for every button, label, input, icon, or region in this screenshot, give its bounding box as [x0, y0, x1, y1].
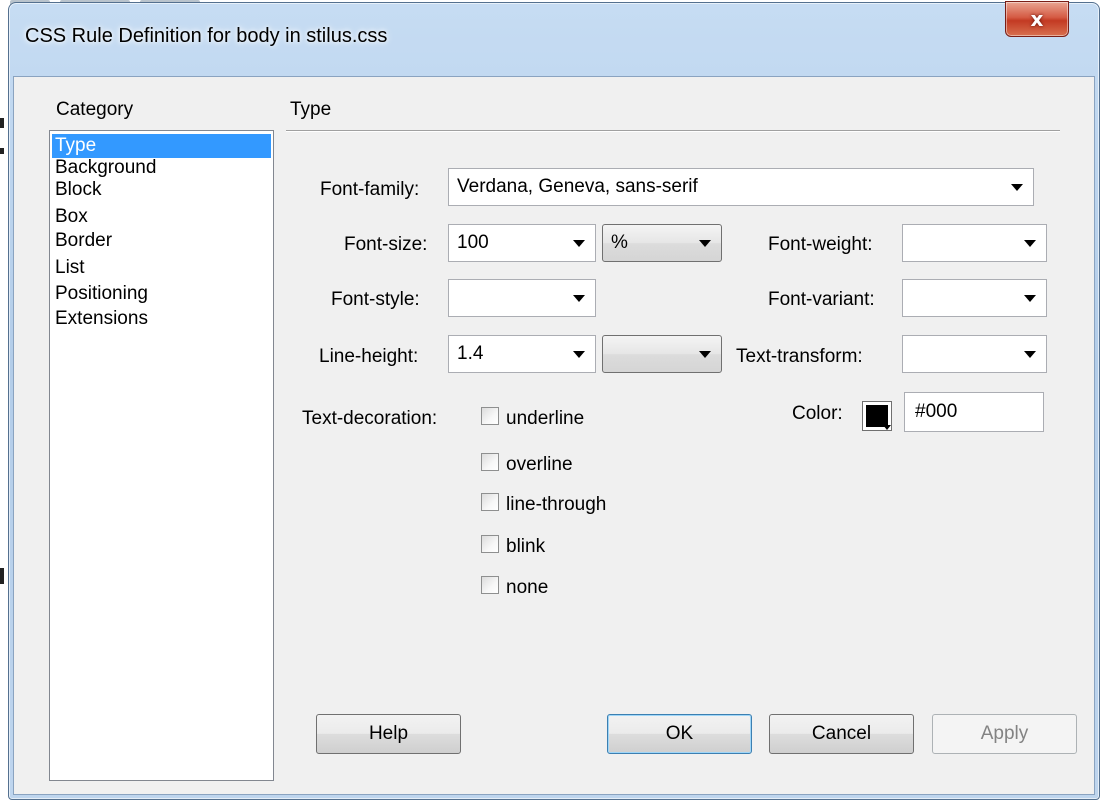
- underline-label: underline: [506, 408, 585, 429]
- chevron-down-icon: [573, 240, 585, 247]
- font-weight-select[interactable]: [902, 224, 1047, 262]
- chevron-down-icon: [573, 351, 585, 358]
- category-item-list[interactable]: List: [55, 256, 85, 280]
- help-button[interactable]: Help: [316, 714, 461, 754]
- overline-label: overline: [506, 454, 573, 475]
- line-through-label: line-through: [506, 494, 607, 515]
- font-style-select[interactable]: [448, 279, 596, 317]
- chevron-down-icon: [699, 240, 711, 247]
- category-label: Category: [56, 99, 134, 120]
- font-size-input[interactable]: 100: [448, 224, 596, 262]
- chevron-down-icon: [699, 351, 711, 358]
- css-rule-definition-dialog: CSS Rule Definition for body in stilus.c…: [8, 1, 1100, 800]
- font-size-label: Font-size:: [344, 234, 428, 255]
- chevron-down-icon: [1024, 240, 1036, 247]
- color-picker-button[interactable]: [862, 401, 892, 431]
- blink-label: blink: [506, 536, 546, 557]
- none-label: none: [506, 577, 549, 598]
- text-decoration-label: Text-decoration:: [302, 408, 438, 429]
- cancel-button[interactable]: Cancel: [769, 714, 914, 754]
- text-transform-label: Text-transform:: [736, 346, 863, 367]
- line-height-value: 1.4: [457, 343, 484, 364]
- color-label: Color:: [792, 403, 843, 424]
- font-family-select[interactable]: Verdana, Geneva, sans-serif: [448, 168, 1034, 206]
- category-item-extensions[interactable]: Extensions: [55, 307, 148, 331]
- color-swatch: [866, 405, 891, 430]
- line-through-checkbox[interactable]: [481, 493, 499, 511]
- category-item-type[interactable]: Type: [52, 134, 271, 158]
- none-checkbox[interactable]: [481, 576, 499, 594]
- category-item-block[interactable]: Block: [55, 178, 101, 202]
- underline-checkbox[interactable]: [481, 407, 499, 425]
- category-item-background[interactable]: Background: [55, 156, 156, 180]
- category-item-box[interactable]: Box: [55, 205, 88, 229]
- heading-separator: [286, 130, 1060, 131]
- close-button[interactable]: x: [1005, 1, 1069, 37]
- chevron-down-icon: [573, 295, 585, 302]
- close-icon: x: [1030, 7, 1044, 31]
- color-value: #000: [915, 401, 958, 422]
- blink-checkbox[interactable]: [481, 535, 499, 553]
- line-height-input[interactable]: 1.4: [448, 335, 596, 373]
- font-style-label: Font-style:: [331, 289, 420, 310]
- font-family-value: Verdana, Geneva, sans-serif: [457, 176, 698, 197]
- font-variant-label: Font-variant:: [768, 289, 875, 310]
- chevron-down-icon: [1024, 351, 1036, 358]
- category-list[interactable]: Type Background Block Box Border List Po…: [49, 130, 274, 781]
- ok-button[interactable]: OK: [607, 714, 752, 754]
- color-field[interactable]: #000: [904, 392, 1044, 432]
- font-size-unit-value: %: [611, 232, 628, 253]
- category-item-positioning[interactable]: Positioning: [55, 282, 148, 306]
- overline-checkbox[interactable]: [481, 453, 499, 471]
- font-size-value: 100: [457, 232, 489, 253]
- apply-button[interactable]: Apply: [932, 714, 1077, 754]
- line-height-label: Line-height:: [319, 346, 419, 367]
- line-height-unit-select[interactable]: [602, 335, 722, 373]
- font-family-label: Font-family:: [320, 179, 420, 200]
- font-weight-label: Font-weight:: [768, 234, 873, 255]
- font-variant-select[interactable]: [902, 279, 1047, 317]
- dialog-title: CSS Rule Definition for body in stilus.c…: [25, 25, 388, 47]
- panel-heading: Type: [290, 99, 332, 120]
- dialog-body: Category Type Background Block Box Borde…: [13, 76, 1095, 795]
- chevron-down-icon: [1024, 295, 1036, 302]
- text-transform-select[interactable]: [902, 335, 1047, 373]
- category-item-border[interactable]: Border: [55, 229, 112, 253]
- font-size-unit-select[interactable]: %: [602, 224, 722, 262]
- chevron-down-icon: [1011, 184, 1023, 191]
